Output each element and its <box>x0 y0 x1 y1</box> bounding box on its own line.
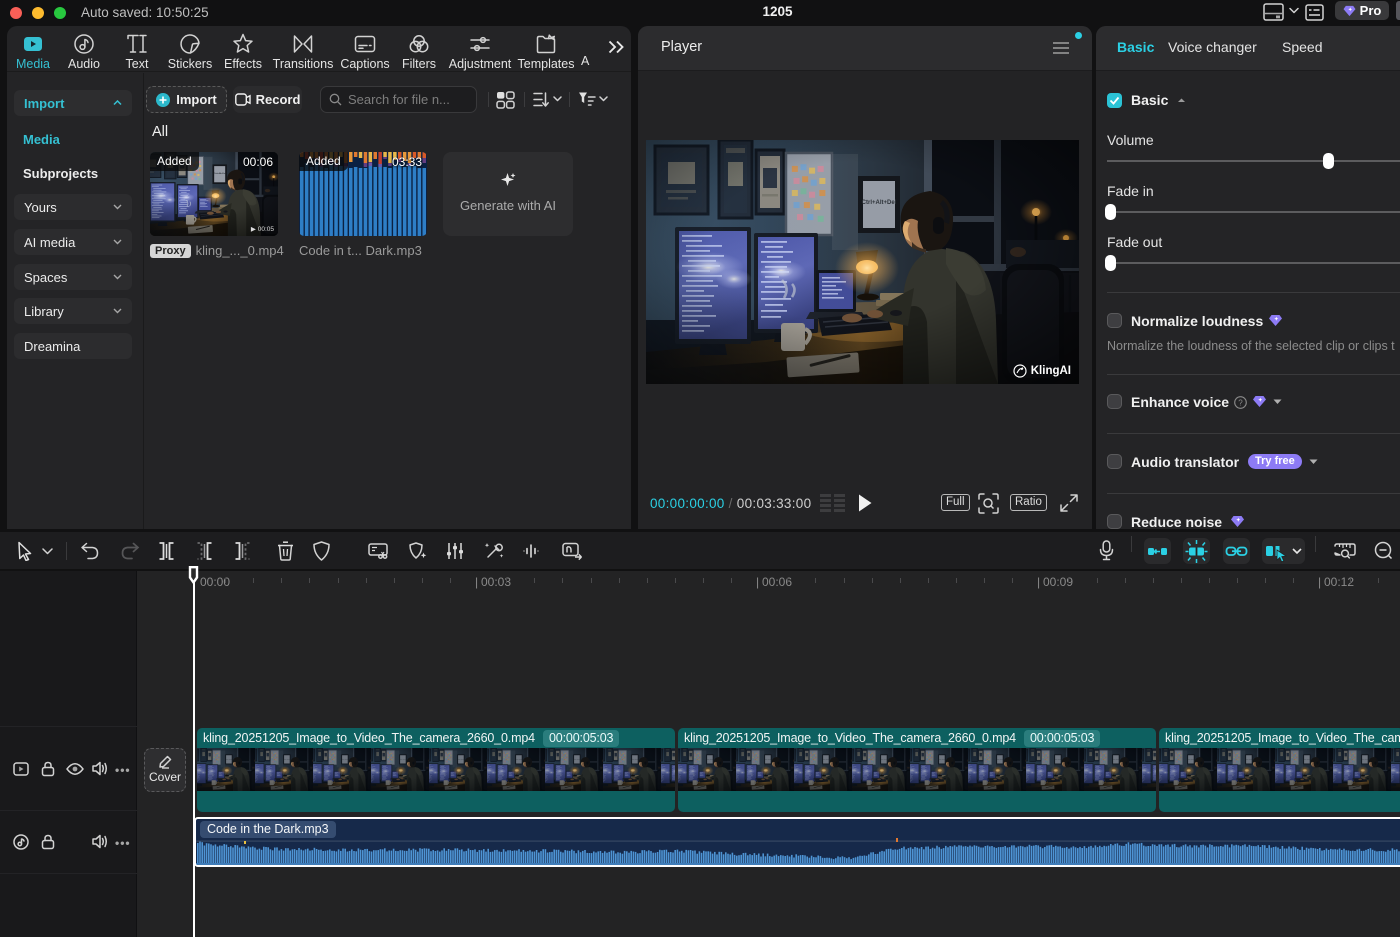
svg-text:?: ? <box>1238 398 1243 407</box>
